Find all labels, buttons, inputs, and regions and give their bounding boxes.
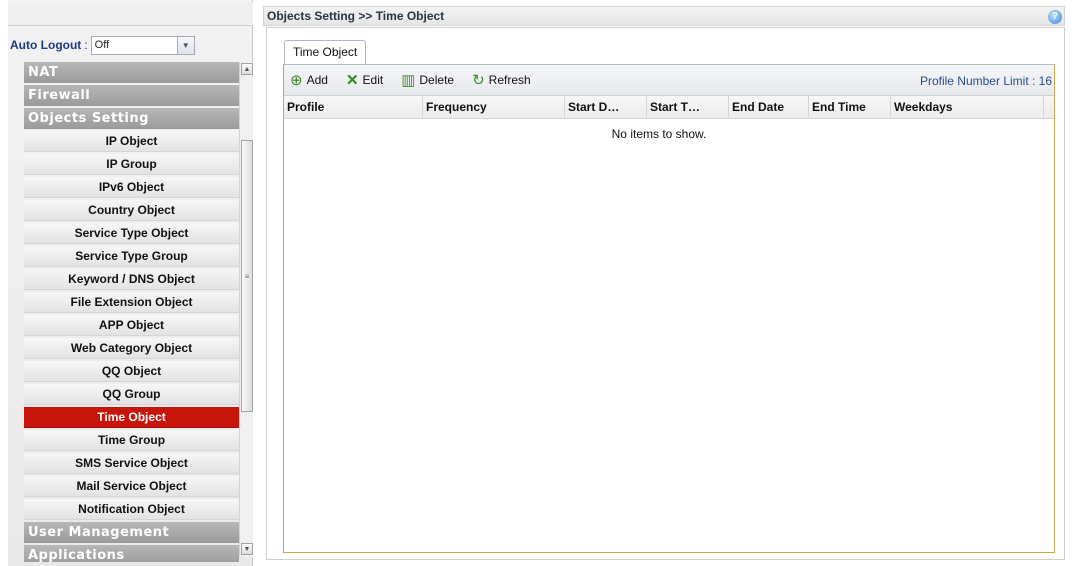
- breadcrumb: Objects Setting >> Time Object: [267, 9, 445, 23]
- menu-item-ip-object[interactable]: IP Object: [24, 131, 239, 152]
- menu-item-sms-service-object[interactable]: SMS Service Object: [24, 453, 239, 474]
- empty-table-message: No items to show.: [611, 127, 707, 141]
- menu-item-qq-object[interactable]: QQ Object: [24, 361, 239, 382]
- add-icon: ⊕: [290, 71, 303, 89]
- trash-icon: ▥: [401, 71, 416, 89]
- menu-item-notification-object[interactable]: Notification Object: [24, 499, 239, 520]
- menu-item-service-type-object[interactable]: Service Type Object: [24, 223, 239, 244]
- menu-category-applications[interactable]: Applications: [24, 545, 239, 562]
- content-panel: Time Object ⊕ Add ✕ Edit ▥ Delete ↻ Refr…: [266, 27, 1065, 560]
- grid-toolbar: ⊕ Add ✕ Edit ▥ Delete ↻ Refresh Profile …: [284, 65, 1054, 96]
- edit-button[interactable]: ✕ Edit: [346, 73, 383, 88]
- column-header-end-date[interactable]: End Date: [729, 96, 809, 119]
- sidebar: Auto Logout : Off ▼ NAT Firewall Objects…: [8, 0, 253, 566]
- sidebar-top-strip: [8, 2, 253, 26]
- auto-logout-select[interactable]: Off ▼: [90, 35, 195, 55]
- auto-logout-value: Off: [94, 39, 110, 51]
- sidebar-menu: NAT Firewall Objects Setting IP Object I…: [24, 62, 239, 562]
- refresh-button[interactable]: ↻ Refresh: [472, 73, 531, 88]
- sidebar-scrollbar[interactable]: ▲ ≡ ▼: [239, 62, 253, 557]
- delete-label: Delete: [419, 73, 455, 87]
- menu-category-objects-setting[interactable]: Objects Setting: [24, 108, 239, 129]
- column-header-start-date[interactable]: Start D…: [565, 96, 647, 119]
- title-bar: Objects Setting >> Time Object ?: [263, 6, 1065, 26]
- menu-item-qq-group[interactable]: QQ Group: [24, 384, 239, 405]
- edit-label: Edit: [362, 73, 384, 87]
- menu-category-user-management[interactable]: User Management: [24, 522, 239, 543]
- scroll-up-icon[interactable]: ▲: [241, 63, 253, 75]
- auto-logout-label: Auto Logout: [10, 38, 82, 52]
- edit-icon: ✕: [345, 71, 359, 89]
- column-header-profile[interactable]: Profile: [284, 96, 423, 119]
- refresh-label: Refresh: [488, 73, 531, 87]
- menu-item-keyword-dns-object[interactable]: Keyword / DNS Object: [24, 269, 239, 290]
- delete-button[interactable]: ▥ Delete: [401, 73, 454, 88]
- column-header-weekdays[interactable]: Weekdays: [891, 96, 1044, 119]
- menu-item-app-object[interactable]: APP Object: [24, 315, 239, 336]
- profile-limit-text: Profile Number Limit : 16: [919, 74, 1052, 88]
- main-panel: Objects Setting >> Time Object ? Time Ob…: [263, 0, 1074, 566]
- refresh-icon: ↻: [472, 71, 485, 89]
- add-label: Add: [306, 73, 328, 87]
- menu-item-country-object[interactable]: Country Object: [24, 200, 239, 221]
- menu-item-time-group[interactable]: Time Group: [24, 430, 239, 451]
- menu-item-time-object[interactable]: Time Object: [24, 407, 239, 428]
- column-header-spacer: [1044, 96, 1054, 119]
- profile-grid: ⊕ Add ✕ Edit ▥ Delete ↻ Refresh Profile …: [283, 64, 1055, 553]
- scroll-down-icon[interactable]: ▼: [241, 543, 253, 555]
- add-button[interactable]: ⊕ Add: [290, 73, 328, 88]
- column-header-start-time[interactable]: Start T…: [647, 96, 729, 119]
- chevron-down-icon[interactable]: ▼: [176, 36, 194, 54]
- menu-item-web-category-object[interactable]: Web Category Object: [24, 338, 239, 359]
- auto-logout-separator: :: [84, 38, 88, 52]
- menu-item-service-type-group[interactable]: Service Type Group: [24, 246, 239, 267]
- column-header-end-time[interactable]: End Time: [809, 96, 891, 119]
- menu-category-nat[interactable]: NAT: [24, 62, 239, 83]
- menu-item-file-extension-object[interactable]: File Extension Object: [24, 292, 239, 313]
- scrollbar-thumb[interactable]: ≡: [241, 140, 253, 412]
- menu-item-mail-service-object[interactable]: Mail Service Object: [24, 476, 239, 497]
- tab-time-object[interactable]: Time Object: [284, 40, 367, 64]
- column-header-frequency[interactable]: Frequency: [423, 96, 565, 119]
- menu-item-ip-group[interactable]: IP Group: [24, 154, 239, 175]
- auto-logout-row: Auto Logout : Off ▼: [8, 32, 253, 58]
- menu-item-ipv6-object[interactable]: IPv6 Object: [24, 177, 239, 198]
- help-icon[interactable]: ?: [1048, 10, 1062, 24]
- table-header: Profile Frequency Start D… Start T… End …: [284, 96, 1054, 119]
- menu-category-firewall[interactable]: Firewall: [24, 85, 239, 106]
